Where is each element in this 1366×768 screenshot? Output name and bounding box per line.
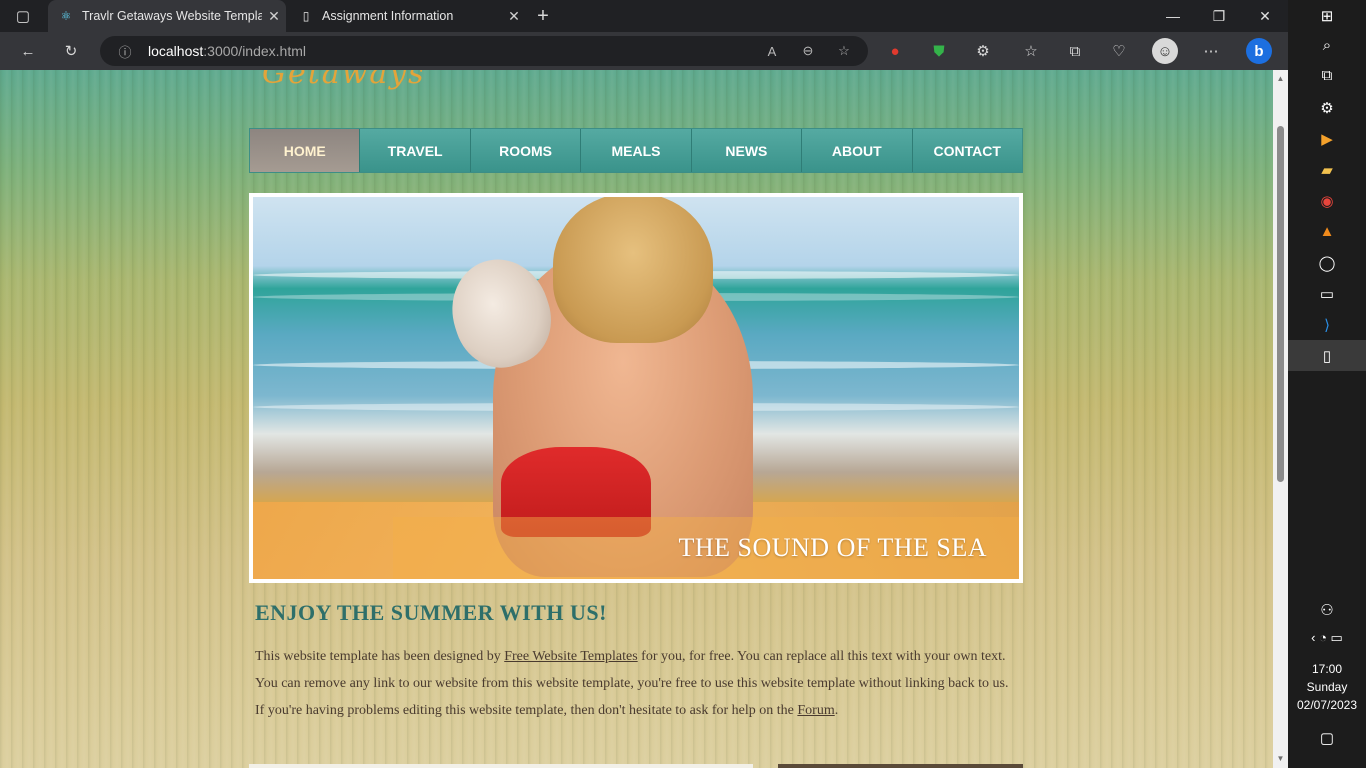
file-explorer-icon[interactable]: ▰ [1288,154,1366,185]
whatsapp-icon[interactable]: ◯ [1288,247,1366,278]
taskbar: ⊞ ⌕ ⧉ ⚙ ▶ ▰ ◉ ▲ ◯ ▭ ⟩ ▯ ⚇ ‹ ◔ ▭ 17:00 Su… [1288,0,1366,768]
nav-contact[interactable]: CONTACT [911,129,1022,172]
browser-toolbar: ← ↻ ⓘ localhost:3000/index.html A ⊖ ☆ ● … [0,32,1288,70]
people-icon[interactable]: ⚇ [1288,594,1366,625]
main-navigation: HOME TRAVEL ROOMS MEALS NEWS ABOUT CONTA… [249,128,1023,173]
notifications-icon[interactable]: ▢ [1288,722,1366,753]
performance-icon[interactable]: ♡ [1106,38,1132,64]
minimize-icon[interactable]: — [1150,0,1196,32]
profile-avatar[interactable]: ☺ [1152,38,1178,64]
back-icon[interactable]: ← [15,38,41,64]
collections-icon[interactable]: ⧉ [1062,38,1088,64]
new-tab-icon[interactable]: + [530,3,556,29]
content-box [249,764,753,768]
zoom-icon[interactable]: ⊖ [798,41,818,61]
tab-title: Assignment Information [322,9,454,23]
close-tab-icon[interactable]: ✕ [502,8,526,25]
add-favorite-icon[interactable]: ☆ [834,41,854,61]
close-tab-icon[interactable]: ✕ [262,8,286,25]
forum-link[interactable]: Forum [797,703,834,718]
scroll-down-icon[interactable]: ▼ [1275,754,1286,764]
media-player-icon[interactable]: ▶ [1288,123,1366,154]
task-view-icon[interactable]: ⧉ [1288,60,1366,91]
page-heading: ENJOY THE SUMMER WITH US! [255,600,607,625]
settings-icon[interactable]: ⚙ [1288,92,1366,123]
nav-about[interactable]: ABOUT [801,129,912,172]
shield-icon[interactable]: ⛊ [926,38,952,64]
system-clock[interactable]: 17:00 Sunday 02/07/2023 [1288,660,1366,714]
clock-day: Sunday [1306,680,1348,694]
restore-icon[interactable]: ❐ [1196,0,1242,32]
nav-travel[interactable]: TRAVEL [359,129,470,172]
tab-bar: ▢ ⚛ Travlr Getaways Website Templat ✕ ▯ … [0,0,1288,32]
hero-image: THE SOUND OF THE SEA [253,197,1019,579]
sidebar-box [778,764,1023,768]
bing-icon[interactable]: b [1246,38,1272,64]
menu-icon[interactable]: ⋯ [1198,38,1224,64]
tab-title: Travlr Getaways Website Templat [82,9,262,23]
hero-caption: THE SOUND OF THE SEA [678,533,987,562]
adblock-icon[interactable]: ● [882,38,908,64]
address-bar[interactable]: ⓘ localhost:3000/index.html A ⊖ ☆ [100,36,868,66]
chrome-icon[interactable]: ◉ [1288,185,1366,216]
nav-meals[interactable]: MEALS [580,129,691,172]
hero-banner: THE SOUND OF THE SEA [249,193,1023,583]
clock-time: 17:00 [1311,662,1343,676]
favorites-icon[interactable]: ☆ [1018,38,1044,64]
react-icon: ⚛ [60,9,72,23]
nav-rooms[interactable]: ROOMS [469,129,581,172]
close-window-icon[interactable]: ✕ [1242,0,1288,32]
vscode-icon[interactable]: ⟩ [1288,309,1366,340]
web-page: Getaways HOME TRAVEL ROOMS MEALS NEWS AB… [0,70,1273,768]
tab-assignment[interactable]: ▯ Assignment Information ✕ [288,0,526,32]
search-icon[interactable]: ⌕ [1288,30,1366,61]
tab-travlr[interactable]: ⚛ Travlr Getaways Website Templat ✕ [48,0,286,32]
free-templates-link[interactable]: Free Website Templates [504,649,637,664]
nav-home[interactable]: HOME [250,129,360,172]
terminal-icon[interactable]: ▭ [1288,278,1366,309]
tab-actions-icon[interactable]: ▢ [10,3,36,29]
intro-paragraph: This website template has been designed … [255,649,1009,718]
url-text[interactable]: localhost:3000/index.html [148,43,306,59]
page-scrollbar[interactable]: ▲ ▼ [1273,70,1288,768]
vlc-icon[interactable]: ▲ [1288,216,1366,247]
windows-start-icon[interactable]: ⊞ [1288,0,1366,31]
tray-icons[interactable]: ‹ ◔ ▭ [1288,622,1366,653]
clock-date: 02/07/2023 [1296,698,1358,712]
info-icon[interactable]: ⓘ [115,41,135,61]
nav-news[interactable]: NEWS [690,129,802,172]
extensions-icon[interactable]: ⚙ [970,38,996,64]
page-icon: ▯ [302,9,310,23]
site-logo[interactable]: Getaways [262,70,426,91]
scroll-thumb[interactable] [1277,126,1284,482]
refresh-icon[interactable]: ↻ [58,38,84,64]
notepad-icon[interactable]: ▯ [1288,340,1366,371]
scroll-up-icon[interactable]: ▲ [1275,74,1286,84]
read-aloud-icon[interactable]: A [762,41,782,61]
